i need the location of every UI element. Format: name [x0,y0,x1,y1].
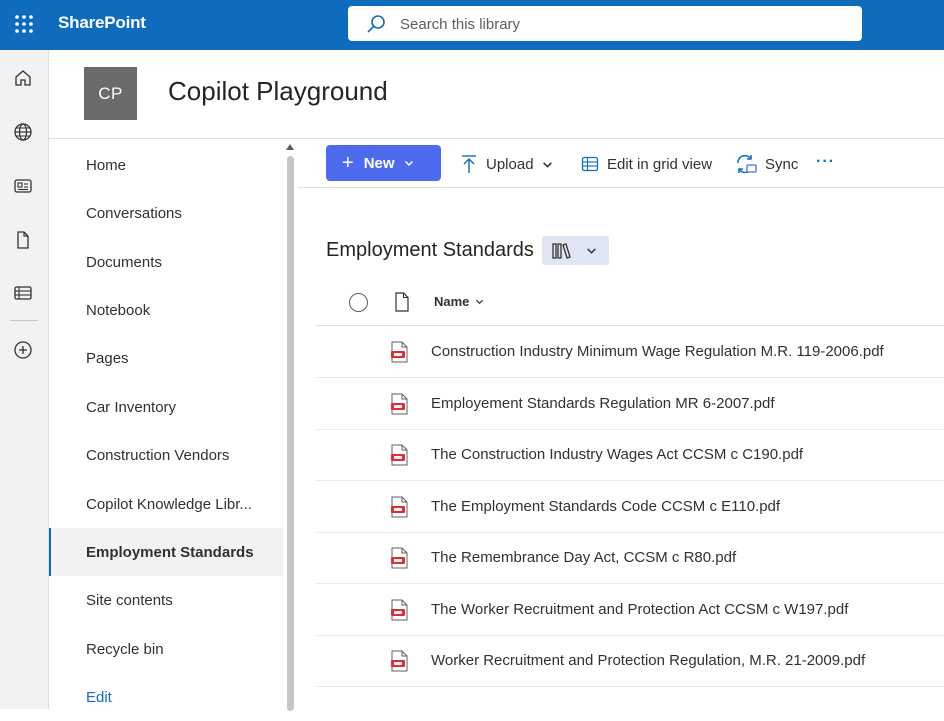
pdf-file-icon [390,393,410,420]
file-name-link[interactable]: The Worker Recruitment and Protection Ac… [431,601,848,618]
pdf-file-icon [390,444,410,471]
chevron-down-icon [476,299,484,305]
file-type-icon[interactable] [394,292,410,317]
name-column-label: Name [434,294,470,309]
list-icon[interactable] [12,282,34,304]
upload-label: Upload [486,155,534,173]
rail-divider [10,320,38,321]
search-box[interactable] [348,6,862,41]
add-circle-icon[interactable] [12,339,34,361]
select-all-checkbox[interactable] [349,293,368,312]
sync-icon [737,154,757,174]
nav-item-construction-vendors[interactable]: Construction Vendors [49,431,283,479]
nav-item-site-contents[interactable]: Site contents [49,576,283,624]
pdf-file-icon [390,341,410,368]
edit-grid-view-label: Edit in grid view [607,155,713,173]
nav-item-employment-standards[interactable]: Employment Standards [49,528,283,576]
list-header: Name [316,282,944,326]
nav-item-documents[interactable]: Documents [49,238,283,286]
file-name-link[interactable]: Employement Standards Regulation MR 6-20… [431,395,775,412]
table-row[interactable]: The Worker Recruitment and Protection Ac… [316,585,944,636]
library-view-icon [552,242,571,259]
table-row[interactable]: The Employment Standards Code CCSM c E11… [316,482,944,533]
search-input[interactable] [400,12,840,36]
upload-button[interactable]: Upload [460,152,553,176]
library-title[interactable]: Employment Standards [326,239,534,262]
table-row[interactable]: Construction Industry Minimum Wage Regul… [316,327,944,378]
table-row[interactable]: The Remembrance Day Act, CCSM c R80.pdf [316,533,944,584]
file-name-link[interactable]: Construction Industry Minimum Wage Regul… [431,343,884,360]
more-options-button[interactable]: ··· [816,150,835,174]
table-row[interactable]: Employement Standards Regulation MR 6-20… [316,379,944,430]
waffle-icon[interactable] [0,0,48,48]
nav-edit-link[interactable]: Edit [49,673,283,721]
nav-item-recycle-bin[interactable]: Recycle bin [49,625,283,673]
search-icon [366,14,386,39]
table-row[interactable]: Worker Recruitment and Protection Regula… [316,636,944,687]
name-column-header[interactable]: Name [434,294,484,309]
edit-grid-view-button[interactable]: Edit in grid view [581,152,712,176]
scroll-up-arrow-icon[interactable] [286,144,294,150]
upload-icon [462,155,476,173]
home-icon[interactable] [12,67,34,89]
nav-item-copilot-knowledge-library[interactable]: Copilot Knowledge Libr... [49,480,283,528]
site-logo[interactable]: CP [84,67,137,120]
site-title[interactable]: Copilot Playground [168,76,388,107]
nav-scrollbar[interactable] [285,142,295,711]
pdf-file-icon [390,547,410,574]
sync-label: Sync [765,155,799,173]
plus-icon: + [342,152,354,174]
app-name[interactable]: SharePoint [58,13,146,33]
chevron-down-icon [404,155,414,172]
view-switcher-button[interactable] [542,236,609,265]
scrollbar-thumb[interactable] [287,156,294,711]
pdf-file-icon [390,650,410,677]
chevron-down-icon [587,248,596,254]
nav-item-car-inventory[interactable]: Car Inventory [49,383,283,431]
new-button-label: New [363,154,395,172]
file-name-link[interactable]: Worker Recruitment and Protection Regula… [431,652,865,669]
command-bar: + New Upload Edit in grid view Sync ··· [298,140,944,188]
grid-icon [581,156,599,172]
app-bar [0,50,49,709]
site-header: CP Copilot Playground [49,50,944,139]
table-row[interactable]: The Construction Industry Wages Act CCSM… [316,430,944,481]
file-name-link[interactable]: The Employment Standards Code CCSM c E11… [431,498,780,515]
nav-item-pages[interactable]: Pages [49,334,283,382]
file-icon[interactable] [12,229,34,251]
pdf-file-icon [390,496,410,523]
pdf-file-icon [390,599,410,626]
nav-item-home[interactable]: Home [49,141,283,189]
sync-button[interactable]: Sync [735,152,798,176]
new-button[interactable]: + New [326,145,441,181]
nav-item-notebook[interactable]: Notebook [49,286,283,334]
globe-icon[interactable] [12,121,34,143]
chevron-down-icon [542,161,552,168]
file-name-link[interactable]: The Construction Industry Wages Act CCSM… [431,446,803,463]
site-navigation: Home Conversations Documents Notebook Pa… [49,140,283,709]
file-name-link[interactable]: The Remembrance Day Act, CCSM c R80.pdf [431,549,736,566]
nav-item-conversations[interactable]: Conversations [49,189,283,237]
suite-header: SharePoint [0,0,944,50]
news-icon[interactable] [12,175,34,197]
